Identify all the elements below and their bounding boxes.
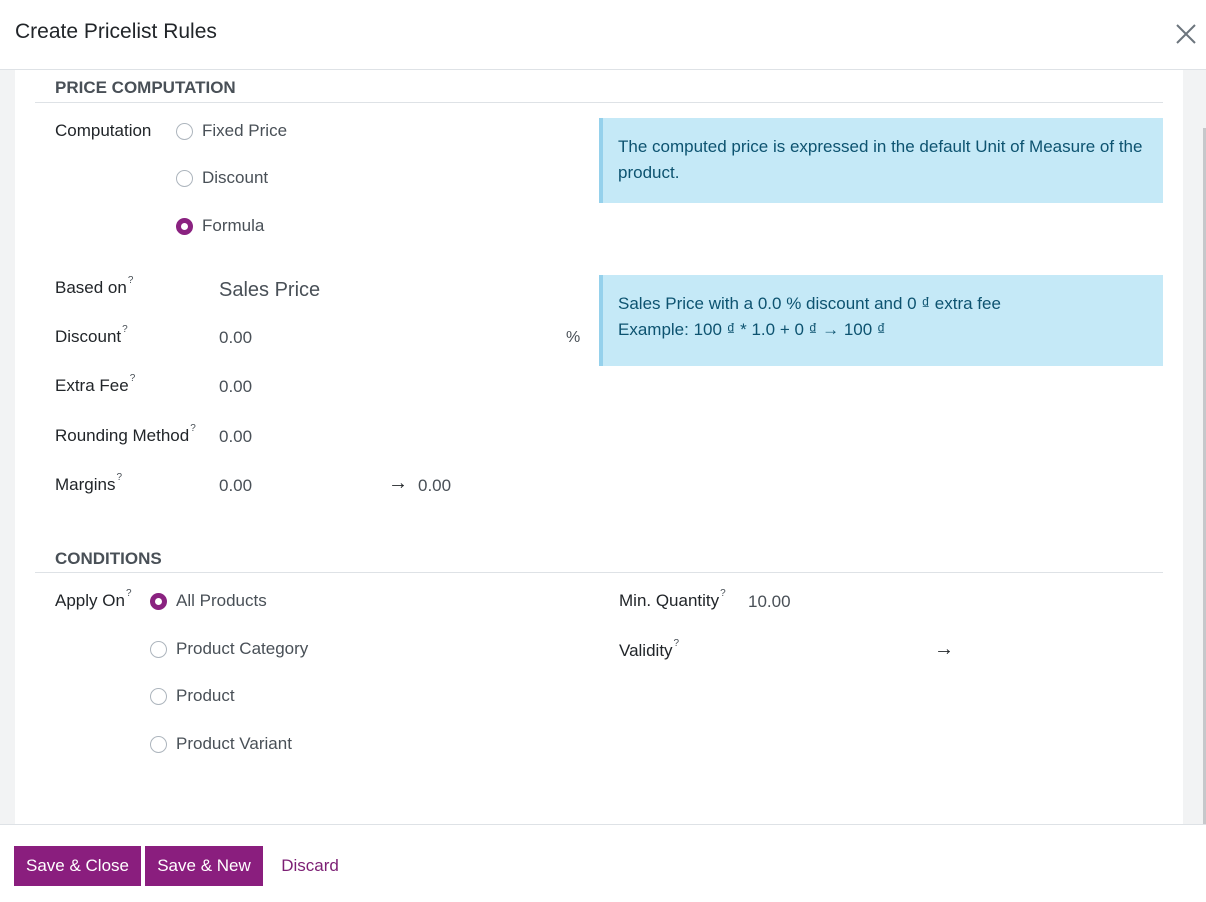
min-quantity-label: Min. Quantity? (619, 588, 726, 611)
based-on-select[interactable]: Sales Price (219, 279, 320, 302)
dialog-footer: Save & Close Save & New Discard (0, 824, 1206, 902)
radio-indicator-checked[interactable] (176, 217, 193, 235)
apply-on-label: Apply On? (55, 588, 132, 611)
radio-indicator[interactable] (150, 735, 167, 753)
arrow-right-icon: → (388, 472, 408, 494)
rounding-method-label: Rounding Method? (55, 423, 196, 446)
save-close-button[interactable]: Save & Close (14, 846, 141, 886)
radio-label: All Products (176, 591, 267, 610)
help-icon[interactable]: ? (674, 638, 680, 649)
close-icon[interactable] (1172, 20, 1200, 48)
min-quantity-input[interactable]: 10.00 (748, 592, 791, 612)
radio-label: Discount (202, 168, 269, 187)
based-on-label: Based on? (55, 275, 134, 298)
computation-label: Computation (55, 121, 152, 140)
dialog-header: Create Pricelist Rules (0, 0, 1206, 70)
radio-discount[interactable]: Discount (176, 168, 268, 188)
radio-label: Formula (202, 216, 265, 235)
rounding-method-input[interactable]: 0.00 (219, 427, 252, 447)
radio-indicator[interactable] (176, 122, 193, 140)
discount-label-text: Discount (55, 327, 122, 346)
radio-product-category[interactable]: Product Category (150, 639, 308, 659)
extra-fee-label-text: Extra Fee (55, 376, 129, 395)
radio-product-variant[interactable]: Product Variant (150, 734, 292, 754)
max-margin-input[interactable]: 0.00 (418, 476, 451, 496)
margins-label-text: Margins (55, 475, 116, 494)
help-icon[interactable]: ? (116, 472, 122, 483)
validity-label: Validity? (619, 638, 680, 661)
percent-unit: % (566, 329, 581, 346)
section-divider (35, 102, 1163, 103)
radio-fixed-price[interactable]: Fixed Price (176, 121, 287, 141)
apply-on-label-text: Apply On (55, 591, 125, 610)
help-icon[interactable]: ? (130, 373, 136, 384)
uom-info-text: The computed price is expressed in the d… (618, 137, 1143, 182)
formula-example-alert: Sales Price with a 0.0 % discount and 0 … (599, 275, 1163, 366)
section-divider (35, 572, 1163, 573)
validity-label-text: Validity (619, 641, 673, 660)
radio-indicator[interactable] (150, 687, 167, 705)
discard-button[interactable]: Discard (272, 846, 348, 886)
radio-label: Product Variant (176, 734, 292, 753)
help-icon[interactable]: ? (128, 275, 134, 286)
margins-label: Margins? (55, 472, 122, 495)
radio-product[interactable]: Product (150, 686, 235, 706)
based-on-label-text: Based on (55, 278, 127, 297)
dialog-title: Create Pricelist Rules (15, 20, 217, 43)
help-icon[interactable]: ? (720, 588, 726, 599)
extra-fee-label: Extra Fee? (55, 373, 136, 396)
arrow-right-icon: → (934, 638, 954, 660)
discount-label: Discount? (55, 324, 128, 347)
radio-indicator[interactable] (176, 169, 193, 187)
discount-input[interactable]: 0.00 (219, 328, 252, 348)
help-icon[interactable]: ? (126, 588, 132, 599)
formula-summary-text: Sales Price with a 0.0 % discount and 0 … (618, 294, 1001, 313)
radio-label: Fixed Price (202, 121, 288, 140)
extra-fee-input[interactable]: 0.00 (219, 377, 252, 397)
min-margin-input[interactable]: 0.00 (219, 476, 252, 496)
formula-example-text: Example: 100 ₫ * 1.0 + 0 ₫ → 100 ₫ (618, 320, 886, 339)
uom-info-alert: The computed price is expressed in the d… (599, 118, 1163, 203)
save-new-button[interactable]: Save & New (145, 846, 263, 886)
help-icon[interactable]: ? (190, 423, 196, 434)
rounding-method-label-text: Rounding Method (55, 426, 190, 445)
radio-label: Product Category (176, 639, 309, 658)
radio-indicator[interactable] (150, 640, 167, 658)
radio-indicator-checked[interactable] (150, 592, 167, 610)
help-icon[interactable]: ? (122, 324, 128, 335)
section-title-price-computation: PRICE COMPUTATION (55, 78, 236, 97)
min-quantity-label-text: Min. Quantity (619, 591, 720, 610)
radio-all-products[interactable]: All Products (150, 591, 267, 611)
radio-label: Product (176, 686, 235, 705)
section-title-conditions: CONDITIONS (55, 549, 162, 568)
body-gutter-left (0, 70, 15, 824)
radio-formula[interactable]: Formula (176, 216, 264, 236)
dialog-body: PRICE COMPUTATION Computation Fixed Pric… (0, 70, 1206, 824)
